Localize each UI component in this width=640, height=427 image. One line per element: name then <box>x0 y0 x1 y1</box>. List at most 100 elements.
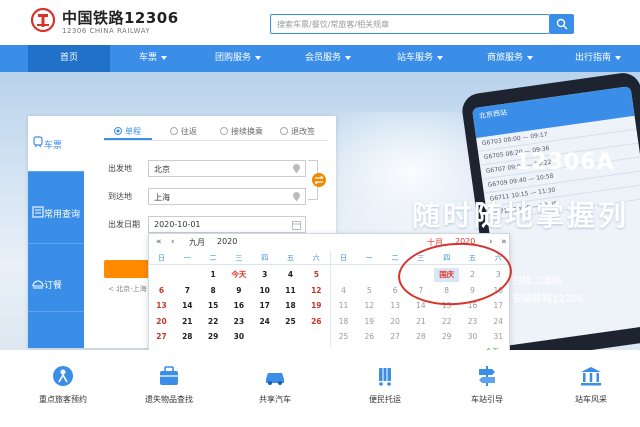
calendar-day[interactable]: 28 <box>175 330 200 344</box>
to-station-input[interactable]: 上海 <box>148 188 306 205</box>
tab-label: 单程 <box>125 127 141 136</box>
calendar-day[interactable]: 18 <box>331 315 356 329</box>
service-bar: 重点旅客预约 遗失物品查找 共享汽车 便民托运 车站引导 站车风采 <box>0 350 640 427</box>
calendar-day[interactable]: 29 <box>434 330 459 344</box>
service-priority-passenger[interactable]: 重点旅客预约 <box>18 364 108 424</box>
calendar-day[interactable]: 12 <box>357 299 382 313</box>
calendar-day[interactable]: 25 <box>278 315 303 329</box>
calendar-day[interactable]: 30 <box>460 330 485 344</box>
from-station-input[interactable]: 北京 <box>148 160 306 177</box>
calendar-day[interactable]: 18 <box>278 299 303 313</box>
priority-passenger-icon <box>53 366 73 386</box>
calendar-day[interactable]: 21 <box>408 315 433 329</box>
calendar-day[interactable]: 17 <box>252 299 277 313</box>
service-label: 站车风采 <box>575 395 607 404</box>
tab-one-way[interactable]: 单程 <box>114 126 141 137</box>
calendar-day[interactable]: 3 <box>252 268 277 282</box>
calendar-day[interactable]: 7 <box>175 284 200 298</box>
calendar-day[interactable]: 13 <box>383 299 408 313</box>
calendar-day[interactable]: 10 <box>252 284 277 298</box>
calendar-day[interactable]: 28 <box>408 330 433 344</box>
tab-transfer[interactable]: 接续换乘 <box>220 126 263 137</box>
signpost-icon <box>479 366 495 386</box>
calendar-day[interactable]: 17 <box>486 299 509 313</box>
service-lost-items[interactable]: 遗失物品查找 <box>124 364 214 424</box>
next-year-button[interactable]: » <box>501 237 507 247</box>
nav-item-group-service[interactable]: 团购服务 <box>196 45 280 72</box>
service-shared-car[interactable]: 共享汽车 <box>230 364 320 424</box>
calendar-day[interactable]: 23 <box>460 315 485 329</box>
calendar-day[interactable]: 21 <box>175 315 200 329</box>
tab-round-trip[interactable]: 往返 <box>170 126 197 137</box>
calendar-day[interactable]: 31 <box>486 330 509 344</box>
calendar-year: 2020 <box>217 237 238 246</box>
calendar-day[interactable]: 11 <box>331 299 356 313</box>
calendar-day[interactable]: 19 <box>357 315 382 329</box>
calendar-day[interactable]: 24 <box>486 315 509 329</box>
nav-item-member-service[interactable]: 会员服务 <box>286 45 370 72</box>
radio-icon <box>280 127 288 135</box>
calendar-day[interactable]: 8 <box>201 284 226 298</box>
calendar-day[interactable]: 27 <box>149 330 174 344</box>
calendar-day[interactable]: 24 <box>252 315 277 329</box>
swap-stations-button[interactable] <box>312 173 326 187</box>
nav-label: 会员服务 <box>304 53 341 63</box>
nav-item-business-service[interactable]: 商旅服务 <box>470 45 550 72</box>
tab-refund-change[interactable]: 退改签 <box>280 126 315 137</box>
calendar-day[interactable]: 4 <box>331 284 356 298</box>
prev-month-button[interactable]: ‹ <box>171 237 175 247</box>
search-button[interactable] <box>550 14 574 34</box>
service-luggage[interactable]: 便民托运 <box>340 364 430 424</box>
calendar-day[interactable]: 30 <box>226 330 251 344</box>
calendar-day[interactable]: 11 <box>278 284 303 298</box>
side-tab-tickets[interactable]: 车票 <box>28 116 84 172</box>
calendar-day[interactable]: 5 <box>304 268 329 282</box>
calendar-day[interactable]: 5 <box>357 284 382 298</box>
query-button[interactable] <box>104 260 150 278</box>
calendar-day[interactable]: 16 <box>226 299 251 313</box>
nav-item-travel-guide[interactable]: 出行指南 <box>556 45 640 72</box>
calendar-day[interactable]: 今天 <box>226 268 251 282</box>
calendar-day[interactable]: 25 <box>331 330 356 344</box>
search-input[interactable]: 搜索车票/餐饮/常旅客/相关规章 <box>270 14 550 34</box>
calendar-day[interactable]: 12 <box>304 284 329 298</box>
calendar-day[interactable]: 6 <box>149 284 174 298</box>
railway-logo-icon[interactable] <box>30 7 56 33</box>
nav-label: 团购服务 <box>214 53 251 63</box>
weekday-label: 一 <box>365 254 373 262</box>
search-icon <box>556 18 568 30</box>
nav-item-station-service[interactable]: 站车服务 <box>378 45 462 72</box>
calendar-day[interactable]: 14 <box>175 299 200 313</box>
calendar-day[interactable]: 22 <box>434 315 459 329</box>
prev-year-button[interactable]: « <box>156 237 162 247</box>
calendar-day[interactable]: 20 <box>149 315 174 329</box>
date-value: 2020-10-01 <box>154 220 201 229</box>
calendar-month: 九月 <box>189 238 205 247</box>
side-tab-common-query[interactable]: 常用查询 <box>28 180 84 244</box>
side-tab-meal[interactable]: 订餐 <box>28 256 84 312</box>
calendar-day[interactable]: 13 <box>149 299 174 313</box>
nav-item-home[interactable]: 首页 <box>28 45 110 72</box>
calendar-day[interactable]: 22 <box>201 315 226 329</box>
calendar-day[interactable]: 26 <box>357 330 382 344</box>
next-month-button[interactable]: › <box>489 237 493 247</box>
nav-label: 站车服务 <box>396 53 433 63</box>
brand-title[interactable]: 中国铁路12306 <box>62 7 179 28</box>
calendar-day[interactable]: 26 <box>304 315 329 329</box>
calendar-day[interactable]: 29 <box>201 330 226 344</box>
banner-tagline: 随时随地掌握列 <box>412 199 630 232</box>
calendar-day[interactable]: 19 <box>304 299 329 313</box>
departure-date-input[interactable]: 2020-10-01 <box>148 216 306 233</box>
calendar-day[interactable]: 27 <box>383 330 408 344</box>
calendar-day[interactable]: 15 <box>201 299 226 313</box>
calendar-day[interactable]: 23 <box>226 315 251 329</box>
recent-search-link[interactable]: < 北京-上海 <box>108 284 147 294</box>
nav-item-tickets[interactable]: 车票 <box>118 45 188 72</box>
calendar-day[interactable]: 9 <box>226 284 251 298</box>
calendar-day[interactable]: 1 <box>201 268 226 282</box>
radio-icon <box>170 127 178 135</box>
service-station-guide[interactable]: 车站引导 <box>442 364 532 424</box>
calendar-day[interactable]: 20 <box>383 315 408 329</box>
calendar-day[interactable]: 4 <box>278 268 303 282</box>
service-station-showcase[interactable]: 站车风采 <box>546 364 636 424</box>
